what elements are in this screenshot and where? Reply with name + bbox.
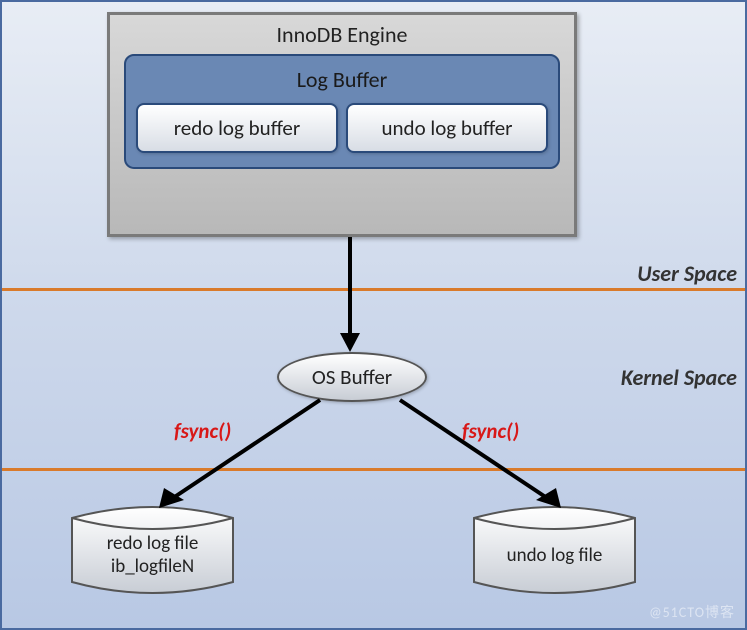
undo-log-buffer-box: undo log buffer — [346, 103, 548, 153]
arrow-osbuffer-to-undo — [372, 392, 582, 522]
os-buffer-label: OS Buffer — [312, 364, 392, 390]
redo-log-file-label-line2: ib_logfileN — [111, 555, 194, 578]
fsync-right-label: fsync() — [462, 418, 519, 444]
redo-log-file-cylinder: redo log file ib_logfileN — [70, 504, 235, 596]
watermark-label: @51CTO博客 — [649, 602, 735, 622]
redo-log-buffer-box: redo log buffer — [136, 103, 338, 153]
innodb-engine-title: InnoDB Engine — [110, 15, 574, 54]
innodb-engine-box: InnoDB Engine Log Buffer redo log buffer… — [107, 12, 577, 237]
undo-log-file-cylinder: undo log file — [472, 504, 637, 596]
kernel-space-label: Kernel Space — [621, 364, 737, 391]
log-buffer-box: Log Buffer redo log buffer undo log buff… — [124, 54, 560, 169]
arrow-engine-to-osbuffer — [330, 237, 370, 357]
redo-log-file-label-line1: redo log file — [107, 532, 199, 555]
buffer-row: redo log buffer undo log buffer — [136, 103, 548, 153]
fsync-left-label: fsync() — [174, 418, 231, 444]
divider-kernel-disk — [2, 468, 745, 471]
undo-log-file-label: undo log file — [507, 544, 603, 567]
user-space-label: User Space — [637, 260, 737, 287]
divider-user-kernel — [2, 288, 745, 291]
arrow-osbuffer-to-redo — [142, 392, 342, 522]
log-buffer-title: Log Buffer — [136, 62, 548, 103]
os-buffer-ellipse: OS Buffer — [277, 352, 427, 402]
